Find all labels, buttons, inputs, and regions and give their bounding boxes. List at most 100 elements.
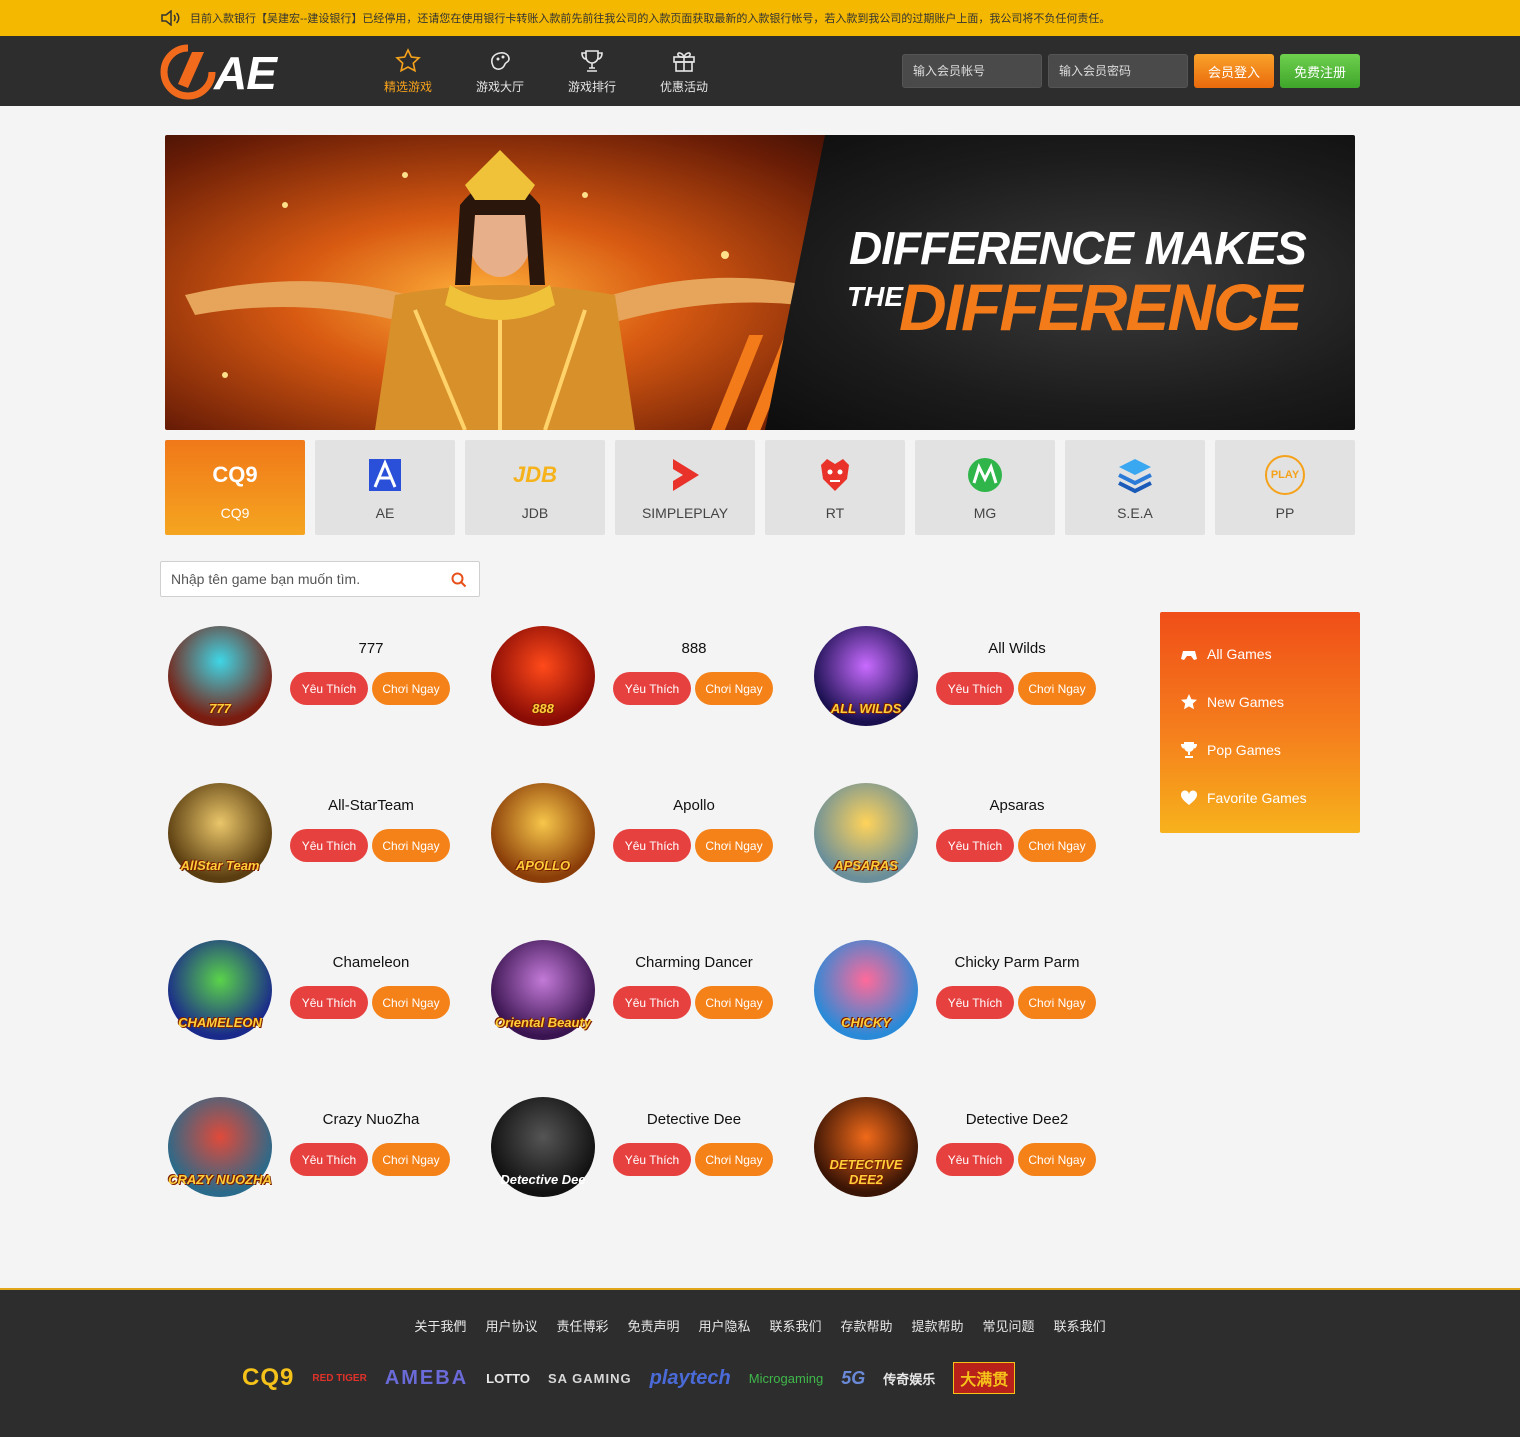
provider-tab-mg[interactable]: MG	[915, 440, 1055, 535]
game-thumbnail[interactable]: CRAZY NUOZHA	[168, 1097, 272, 1197]
partner-logo-red-tiger: RED TIGER	[312, 1372, 367, 1384]
favorite-button[interactable]: Yêu Thích	[613, 1143, 691, 1176]
provider-label: S.E.A	[1117, 504, 1153, 521]
favorite-button[interactable]: Yêu Thích	[936, 1143, 1014, 1176]
footer-link-contact[interactable]: 联系我们	[770, 1316, 822, 1335]
footer-link-terms[interactable]: 用户协议	[485, 1316, 537, 1335]
game-thumbnail[interactable]: Oriental Beauty	[491, 940, 595, 1040]
provider-label: JDB	[521, 504, 549, 521]
favorite-button[interactable]: Yêu Thích	[290, 986, 368, 1019]
category-label: New Games	[1207, 694, 1285, 710]
favorite-button[interactable]: Yêu Thích	[613, 672, 691, 705]
gamepad-icon	[491, 51, 510, 70]
footer-link-responsible-gaming[interactable]: 责任博彩	[556, 1316, 608, 1335]
favorite-button[interactable]: Yêu Thích	[290, 672, 368, 705]
search-icon[interactable]	[451, 572, 467, 588]
nav-label: 优惠活动	[659, 79, 708, 94]
provider-label: RT	[825, 504, 845, 521]
play-now-button[interactable]: Chơi Ngay	[695, 986, 773, 1019]
game-thumbnail[interactable]: 888	[491, 626, 595, 726]
footer-link-contact-2[interactable]: 联系我们	[1054, 1316, 1106, 1335]
favorite-button[interactable]: Yêu Thích	[936, 829, 1014, 862]
category-favorite-games[interactable]: Favorite Games	[1160, 774, 1360, 822]
provider-label: AE	[375, 504, 395, 521]
ae-logo[interactable]: AE	[158, 42, 288, 102]
play-now-button[interactable]: Chơi Ngay	[372, 829, 450, 862]
provider-tab-sea[interactable]: S.E.A	[1065, 440, 1205, 535]
provider-label: PP	[1275, 504, 1295, 521]
category-new-games[interactable]: New Games	[1160, 678, 1360, 726]
game-title: Detective Dee	[646, 1111, 742, 1128]
password-input[interactable]	[1048, 54, 1188, 88]
play-now-button[interactable]: Chơi Ngay	[372, 672, 450, 705]
footer-link-faq[interactable]: 常见问题	[983, 1316, 1035, 1335]
game-title: Apollo	[673, 797, 715, 814]
category-pop-games[interactable]: Pop Games	[1160, 726, 1360, 774]
login-button[interactable]: 会员登入	[1194, 54, 1274, 88]
footer-links: 关于我們 用户协议 责任博彩 免责声明 用户隐私 联系我们 存款帮助 提款帮助 …	[0, 1316, 1520, 1335]
nav-game-ranking[interactable]: 游戏排行	[546, 36, 638, 106]
trophy-icon	[1181, 742, 1197, 758]
play-now-button[interactable]: Chơi Ngay	[1018, 672, 1096, 705]
game-card: APOLLO Apollo Yêu Thích Chơi Ngay	[483, 777, 806, 887]
provider-tab-cq9[interactable]: CQ9 CQ9	[165, 440, 305, 535]
favorite-button[interactable]: Yêu Thích	[613, 829, 691, 862]
footer-link-deposit-help[interactable]: 存款帮助	[841, 1316, 893, 1335]
favorite-button[interactable]: Yêu Thích	[290, 829, 368, 862]
game-search	[160, 561, 480, 597]
provider-tab-simpleplay[interactable]: SIMPLEPLAY	[615, 440, 755, 535]
play-now-button[interactable]: Chơi Ngay	[1018, 986, 1096, 1019]
play-now-button[interactable]: Chơi Ngay	[372, 986, 450, 1019]
game-thumbnail[interactable]: Detective Dee	[491, 1097, 595, 1197]
play-now-button[interactable]: Chơi Ngay	[1018, 1143, 1096, 1176]
game-thumbnail[interactable]: CHAMELEON	[168, 940, 272, 1040]
provider-tab-rt[interactable]: RT	[765, 440, 905, 535]
sea-logo-icon	[1118, 458, 1152, 493]
game-card: ALL WILDS All Wilds Yêu Thích Chơi Ngay	[806, 620, 1129, 730]
promo-banner[interactable]: DIFFERENCE MAKES THE DIFFERENCE	[165, 135, 1355, 430]
game-card: APSARAS Apsaras Yêu Thích Chơi Ngay	[806, 777, 1129, 887]
play-now-button[interactable]: Chơi Ngay	[695, 829, 773, 862]
category-all-games[interactable]: All Games	[1160, 630, 1360, 678]
account-input[interactable]	[902, 54, 1042, 88]
game-search-input[interactable]	[161, 562, 441, 596]
nav-label: 游戏排行	[567, 79, 616, 94]
partner-logo-cq9: CQ9	[242, 1364, 295, 1391]
footer-link-about[interactable]: 关于我們	[414, 1316, 466, 1335]
favorite-button[interactable]: Yêu Thích	[936, 672, 1014, 705]
partner-logo-lotto: LOTTO	[486, 1370, 530, 1386]
provider-tab-pp[interactable]: PLAY PP	[1215, 440, 1355, 535]
favorite-button[interactable]: Yêu Thích	[613, 986, 691, 1019]
cq9-logo-icon: CQ9	[212, 461, 258, 487]
nav-featured-games[interactable]: 精选游戏	[362, 36, 454, 106]
banner-artwork	[165, 135, 865, 430]
provider-tab-jdb[interactable]: JDB JDB	[465, 440, 605, 535]
game-thumbnail[interactable]: AllStar Team	[168, 783, 272, 883]
game-thumbnail[interactable]: CHICKY	[814, 940, 918, 1040]
play-now-button[interactable]: Chơi Ngay	[695, 1143, 773, 1176]
game-thumbnail[interactable]: APSARAS	[814, 783, 918, 883]
game-thumbnail[interactable]: 777	[168, 626, 272, 726]
game-title: 888	[681, 640, 707, 657]
heart-icon	[1180, 790, 1198, 805]
game-thumbnail[interactable]: DETECTIVE DEE2	[814, 1097, 918, 1197]
game-card: CHICKY Chicky Parm Parm Yêu Thích Chơi Ng…	[806, 934, 1129, 1044]
footer-link-disclaimer[interactable]: 免责声明	[627, 1316, 679, 1335]
play-now-button[interactable]: Chơi Ngay	[372, 1143, 450, 1176]
game-title: Chameleon	[332, 954, 410, 971]
gift-icon	[673, 51, 695, 72]
nav-promotions[interactable]: 优惠活动	[638, 36, 730, 106]
play-now-button[interactable]: Chơi Ngay	[1018, 829, 1096, 862]
game-title: All Wilds	[988, 640, 1046, 657]
game-thumbnail[interactable]: APOLLO	[491, 783, 595, 883]
favorite-button[interactable]: Yêu Thích	[290, 1143, 368, 1176]
game-thumbnail[interactable]: ALL WILDS	[814, 626, 918, 726]
favorite-button[interactable]: Yêu Thích	[936, 986, 1014, 1019]
footer-link-privacy[interactable]: 用户隐私	[698, 1316, 750, 1335]
nav-game-lobby[interactable]: 游戏大厅	[454, 36, 546, 106]
provider-tab-ae[interactable]: AE	[315, 440, 455, 535]
footer-link-withdraw-help[interactable]: 提款帮助	[912, 1316, 964, 1335]
banner-the: THE	[847, 281, 903, 312]
register-button[interactable]: 免费注册	[1280, 54, 1360, 88]
play-now-button[interactable]: Chơi Ngay	[695, 672, 773, 705]
